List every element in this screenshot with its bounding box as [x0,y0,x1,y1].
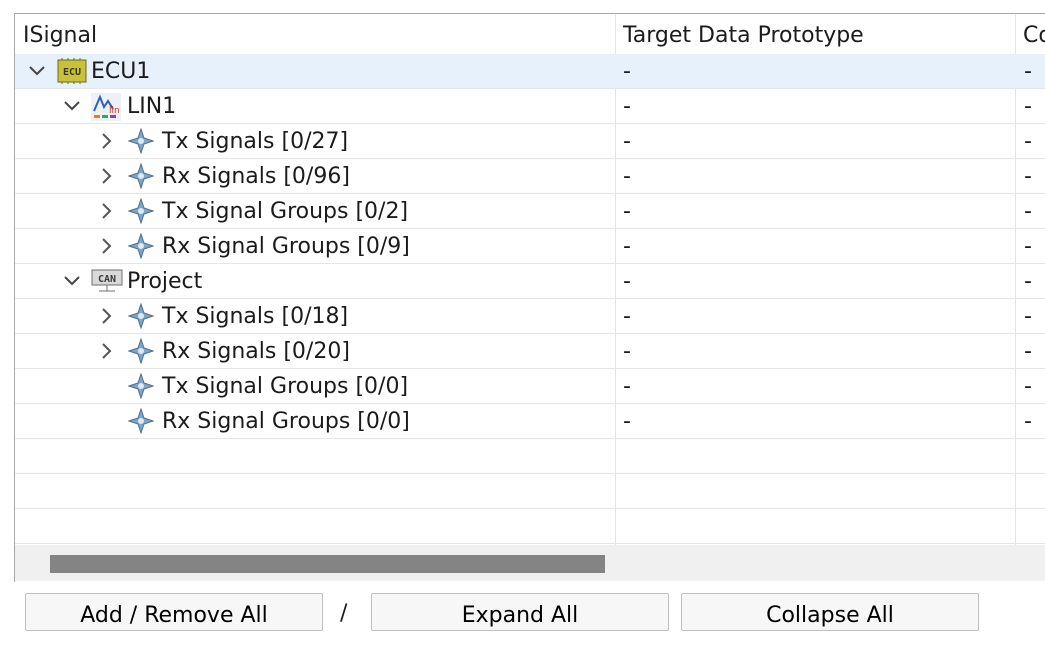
signal-diamond-icon [127,302,155,330]
tree-row-lin1[interactable]: lin LIN1 - - [15,89,1045,124]
column-header-third[interactable]: Co [1015,14,1045,54]
empty-row [15,474,1045,509]
tree-row-project-tx-signals[interactable]: Tx Signals [0/18] - - [15,299,1045,334]
target-cell: - [623,164,631,189]
third-cell: - [1024,304,1032,329]
target-cell: - [623,234,631,259]
target-cell: - [623,269,631,294]
tree-label: Rx Signals [0/96] [162,164,350,189]
third-cell: - [1024,129,1032,154]
chevron-down-icon[interactable] [60,264,84,298]
tree-label: LIN1 [127,94,177,119]
chevron-right-icon[interactable] [95,124,119,158]
empty-row [15,509,1045,544]
tree-label: Tx Signals [0/18] [162,304,349,329]
target-cell: - [623,59,631,84]
tree-row-ecu1[interactable]: ECU ECU1 - - [15,54,1045,89]
third-cell: - [1024,59,1032,84]
third-cell: - [1024,269,1032,294]
tree-row-project-tx-signal-groups[interactable]: Tx Signal Groups [0/0] - - [15,369,1045,404]
target-cell: - [623,94,631,119]
chevron-right-icon[interactable] [95,229,119,263]
horizontal-scrollbar[interactable] [15,545,1045,581]
tree-row-project[interactable]: CAN Project - - [15,264,1045,299]
tree-label: Rx Signal Groups [0/9] [162,234,410,259]
third-cell: - [1024,339,1032,364]
third-cell: - [1024,374,1032,399]
add-remove-all-button[interactable]: Add / Remove All [25,593,323,631]
chevron-right-icon[interactable] [95,299,119,333]
signal-diamond-icon [127,232,155,260]
chevron-right-icon[interactable] [95,194,119,228]
target-cell: - [623,199,631,224]
target-cell: - [623,339,631,364]
third-cell: - [1024,409,1032,434]
target-cell: - [623,374,631,399]
target-cell: - [623,304,631,329]
tree-row-project-rx-signal-groups[interactable]: Rx Signal Groups [0/0] - - [15,404,1045,439]
chevron-down-icon[interactable] [25,54,49,88]
third-cell: - [1024,234,1032,259]
tree-rows: ECU ECU1 - - lin LIN1 - - Tx Signals [0/… [15,54,1045,544]
third-cell: - [1024,164,1032,189]
svg-text:lin: lin [109,106,120,116]
signal-diamond-icon [127,407,155,435]
tree-row-lin-tx-signals[interactable]: Tx Signals [0/27] - - [15,124,1045,159]
target-cell: - [623,409,631,434]
tree-row-project-rx-signals[interactable]: Rx Signals [0/20] - - [15,334,1045,369]
lin-bus-icon: lin [91,93,121,121]
expand-all-button[interactable]: Expand All [371,593,669,631]
column-header-target-data-prototype[interactable]: Target Data Prototype [615,14,1015,54]
tree-label: Tx Signal Groups [0/2] [162,199,409,224]
signal-tree-table: ISignal Target Data Prototype Co [14,13,1045,582]
signal-diamond-icon [127,162,155,190]
scrollbar-thumb[interactable] [50,555,605,573]
tree-label: ECU1 [91,59,151,84]
svg-text:ECU: ECU [63,67,81,78]
tree-label: Tx Signal Groups [0/0] [162,374,409,399]
empty-row [15,439,1045,474]
third-cell: - [1024,94,1032,119]
chevron-down-icon[interactable] [60,89,84,123]
collapse-all-button[interactable]: Collapse All [681,593,979,631]
signal-diamond-icon [127,127,155,155]
tree-label: Tx Signals [0/27] [162,129,349,154]
signal-diamond-icon [127,372,155,400]
can-bus-icon: CAN [91,268,123,294]
tree-label: Rx Signals [0/20] [162,339,350,364]
chevron-right-icon[interactable] [95,159,119,193]
tree-row-lin-rx-signals[interactable]: Rx Signals [0/96] - - [15,159,1045,194]
tree-row-lin-rx-signal-groups[interactable]: Rx Signal Groups [0/9] - - [15,229,1045,264]
target-cell: - [623,129,631,154]
signal-diamond-icon [127,337,155,365]
tree-label: Project [127,269,203,294]
tree-row-lin-tx-signal-groups[interactable]: Tx Signal Groups [0/2] - - [15,194,1045,229]
signal-diamond-icon [127,197,155,225]
column-header-isignal[interactable]: ISignal [15,14,615,54]
tree-label: Rx Signal Groups [0/0] [162,409,410,434]
third-cell: - [1024,199,1032,224]
chevron-right-icon[interactable] [95,334,119,368]
ecu-chip-icon: ECU [57,58,87,84]
button-separator: / [340,601,348,626]
table-header: ISignal Target Data Prototype Co [15,14,1045,54]
svg-text:CAN: CAN [98,274,116,285]
